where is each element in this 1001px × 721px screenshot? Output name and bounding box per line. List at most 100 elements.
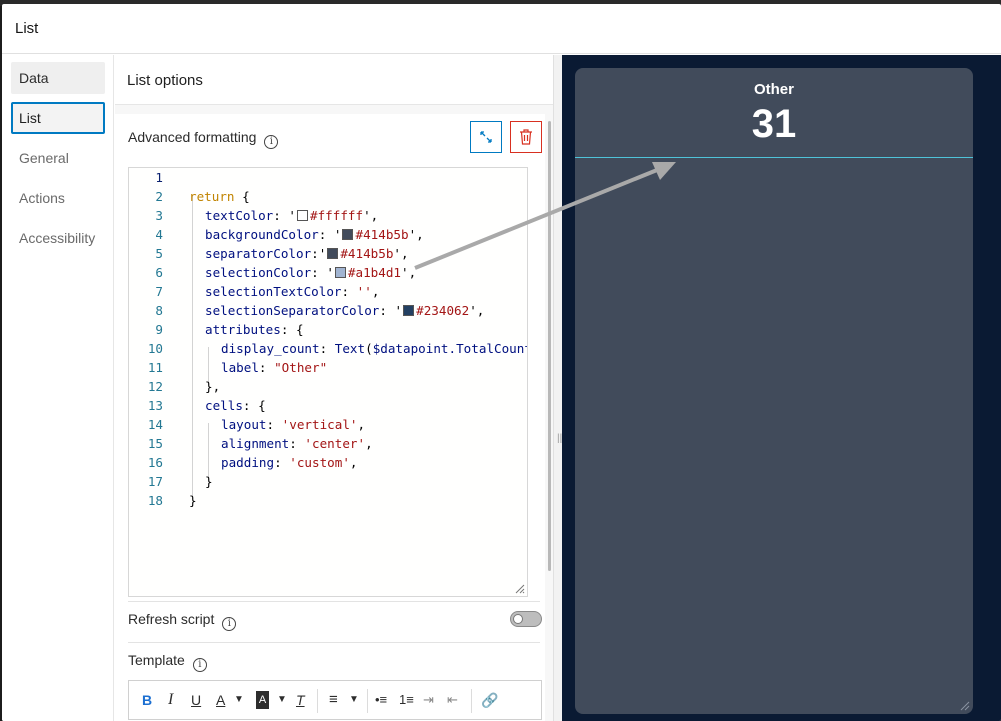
code-text: selectionSeparatorColor: ' #234062',: [205, 303, 485, 318]
code-text: label: "Other": [221, 360, 328, 375]
code-line[interactable]: 13 cells: {: [129, 396, 527, 415]
line-number: 13: [147, 398, 163, 413]
line-number: 4: [155, 227, 163, 242]
color-swatch[interactable]: [403, 305, 415, 316]
code-text: alignment: 'center',: [221, 436, 373, 451]
code-line[interactable]: 1: [129, 168, 527, 187]
info-icon[interactable]: i: [192, 658, 207, 672]
line-number: 15: [147, 436, 163, 451]
align-icon[interactable]: ≡: [329, 691, 338, 709]
panel-body: Advanced formatting i 1 2 return {3 tex…: [115, 114, 545, 721]
line-number: 7: [155, 284, 163, 299]
chevron-down-icon[interactable]: ▼: [234, 691, 244, 709]
code-line[interactable]: 10 display_count: Text($datapoint.TotalCo…: [129, 339, 527, 358]
line-number: 1: [155, 170, 163, 185]
numbered-list-icon[interactable]: 1≡: [399, 691, 414, 709]
info-icon[interactable]: i: [222, 617, 237, 631]
code-line[interactable]: 17}: [129, 472, 527, 491]
chevron-down-icon[interactable]: ▼: [277, 691, 287, 709]
chevron-down-icon[interactable]: ▼: [349, 691, 359, 709]
code-text: padding: 'custom',: [221, 455, 358, 470]
code-line[interactable]: 4 backgroundColor: ' #414b5b',: [129, 225, 527, 244]
panel-splitter[interactable]: ||: [553, 55, 562, 721]
code-line[interactable]: 8 selectionSeparatorColor: ' #234062',: [129, 301, 527, 320]
color-swatch[interactable]: [297, 210, 308, 221]
code-text: textColor: ' #ffffff',: [205, 208, 379, 223]
line-number: 5: [155, 246, 163, 261]
underline-button[interactable]: U: [191, 691, 201, 709]
bold-button[interactable]: B: [142, 691, 152, 709]
preview-count: 31: [751, 102, 797, 146]
nav-item-list[interactable]: List: [11, 102, 105, 134]
code-line[interactable]: 9 attributes: {: [129, 320, 527, 339]
line-number: 14: [147, 417, 163, 432]
clear-format-button[interactable]: T: [296, 691, 305, 709]
line-number: 9: [155, 322, 163, 337]
list-preview-area: Other 31: [562, 55, 1001, 721]
nav-item-general[interactable]: General: [11, 142, 105, 174]
panel-scrollbar[interactable]: [548, 121, 551, 571]
divider: [128, 642, 540, 643]
outdent-icon[interactable]: ⇤: [447, 691, 458, 709]
bullet-list-icon[interactable]: •≡: [375, 691, 387, 709]
font-color-button[interactable]: A: [216, 691, 225, 709]
list-item-preview-card[interactable]: Other 31: [575, 68, 973, 714]
code-line[interactable]: 16 padding: 'custom',: [129, 453, 527, 472]
code-line[interactable]: 3 textColor: ' #ffffff',: [129, 206, 527, 225]
refresh-script-toggle[interactable]: [510, 611, 542, 627]
nav-item-data[interactable]: Data: [11, 62, 105, 94]
code-text: selectionTextColor: '',: [205, 284, 380, 299]
code-text: separatorColor:' #414b5b',: [205, 246, 409, 261]
resize-grip-icon[interactable]: [958, 699, 970, 711]
expand-editor-button[interactable]: [470, 121, 502, 153]
code-line[interactable]: 5 separatorColor:' #414b5b',: [129, 244, 527, 263]
code-text: cells: {: [205, 398, 266, 413]
line-number: 11: [147, 360, 163, 375]
template-header: Template i: [128, 652, 207, 672]
line-number: 16: [147, 455, 163, 470]
code-line[interactable]: 12},: [129, 377, 527, 396]
expand-icon: [480, 131, 492, 143]
line-number: 17: [147, 474, 163, 489]
settings-nav: Data List General Actions Accessibility: [2, 55, 114, 721]
panel-title: List options: [127, 72, 203, 89]
toolbar-separator: [317, 689, 318, 713]
code-line[interactable]: 18}: [129, 491, 527, 510]
code-line[interactable]: 11 label: "Other": [129, 358, 527, 377]
nav-item-accessibility[interactable]: Accessibility: [11, 222, 105, 254]
code-text: selectionColor: ' #a1b4d1',: [205, 265, 417, 280]
list-options-panel: List options Advanced formatting i 1 2 r…: [115, 55, 553, 721]
toolbar-separator: [471, 689, 472, 713]
code-text: }: [205, 474, 213, 489]
advanced-formatting-header: Advanced formatting i: [128, 129, 279, 149]
code-line[interactable]: 7 selectionTextColor: '',: [129, 282, 527, 301]
panel-header: List options: [115, 55, 553, 105]
resize-grip-icon[interactable]: [513, 582, 525, 594]
color-swatch[interactable]: [327, 248, 339, 259]
code-line[interactable]: 15 alignment: 'center',: [129, 434, 527, 453]
line-number: 18: [147, 493, 163, 508]
code-line[interactable]: 2 return {: [129, 187, 527, 206]
dialog-titlebar: List: [2, 4, 1001, 54]
nav-item-actions[interactable]: Actions: [11, 182, 105, 214]
link-icon[interactable]: 🔗: [481, 691, 498, 709]
line-number: 2: [155, 189, 163, 204]
color-swatch[interactable]: [334, 267, 346, 278]
divider: [128, 601, 540, 602]
list-options-dialog: List Data List General Actions Accessibi…: [2, 4, 1001, 721]
code-line[interactable]: 14 layout: 'vertical',: [129, 415, 527, 434]
indent-icon[interactable]: ⇥: [423, 691, 434, 709]
italic-button[interactable]: I: [168, 691, 173, 709]
line-number: 3: [155, 208, 163, 223]
highlight-color-button[interactable]: A: [256, 691, 269, 709]
arcade-code-editor[interactable]: 1 2 return { 3 textColor: ' #ffffff', 4 backgro…: [128, 167, 528, 597]
info-icon[interactable]: i: [264, 135, 279, 149]
rich-text-toolbar: B I U A ▼ A ▼ T ≡ ▼ •≡ 1≡ ⇥ ⇤ 🔗: [128, 680, 542, 720]
code-line[interactable]: 6 selectionColor: ' #a1b4d1',: [129, 263, 527, 282]
code-text: }: [189, 493, 197, 508]
refresh-script-row: Refresh script i: [128, 611, 237, 631]
toggle-knob: [513, 614, 523, 624]
color-swatch[interactable]: [342, 229, 354, 240]
toolbar-separator: [367, 689, 368, 713]
delete-expression-button[interactable]: [510, 121, 542, 153]
